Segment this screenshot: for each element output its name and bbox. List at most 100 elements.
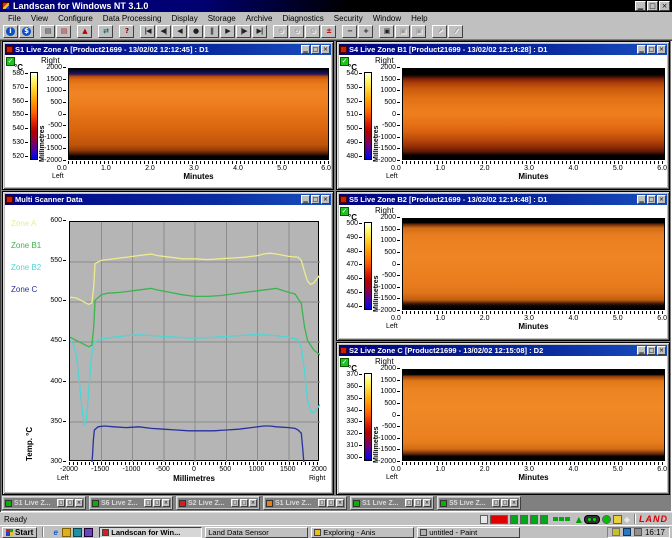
menu-window[interactable]: Window [368, 14, 406, 23]
network-tray-icon[interactable] [622, 528, 631, 536]
maximize-button[interactable]: □ [240, 499, 248, 507]
desktop-icon[interactable] [73, 527, 83, 537]
task-land-data-sensor[interactable]: Land Data Sensor [205, 526, 309, 538]
close-button[interactable]: × [657, 195, 666, 204]
menu-view[interactable]: View [26, 14, 53, 23]
thermal-image[interactable] [402, 218, 665, 310]
menu-file[interactable]: File [3, 14, 26, 23]
transfer-button[interactable]: ⇄ [98, 25, 113, 38]
restore-button[interactable]: □ [647, 45, 656, 54]
menu-display[interactable]: Display [166, 14, 202, 23]
minimize-button[interactable]: ▁ [637, 195, 646, 204]
maximize-button[interactable]: □ [153, 499, 161, 507]
restore-button[interactable]: □ [311, 195, 320, 204]
info-button[interactable]: i [3, 25, 18, 38]
goto-end-button[interactable]: ▶| [252, 25, 267, 38]
restore-button[interactable]: □ [231, 499, 239, 507]
restore-button[interactable]: □ [647, 346, 656, 355]
restore-button[interactable]: □ [57, 499, 65, 507]
print-button[interactable]: ▤ [40, 25, 55, 38]
record-button[interactable]: ● [188, 25, 203, 38]
minimized-window-title: S1 Live Z... [14, 499, 51, 507]
print-report-button[interactable]: ▤ [56, 25, 71, 38]
x-axis-label: Minutes [518, 473, 549, 482]
task-untitled-paint[interactable]: untitled - Paint [417, 526, 521, 538]
maximize-button[interactable]: □ [501, 499, 509, 507]
restore-button[interactable]: □ [144, 499, 152, 507]
save-button[interactable]: ▣ [379, 25, 394, 38]
close-button[interactable]: × [657, 45, 666, 54]
restore-button[interactable]: □ [318, 499, 326, 507]
close-button[interactable]: × [321, 195, 330, 204]
minimized-window-s1-live-z-[interactable]: S1 Live Z... □ □ × [263, 496, 347, 510]
maximize-button[interactable]: □ [66, 499, 74, 507]
restore-button[interactable]: □ [492, 499, 500, 507]
tick-label: -2000 [378, 157, 400, 164]
task-exploring-anis[interactable]: Exploring - Anis [311, 526, 415, 538]
menu-diagnostics[interactable]: Diagnostics [277, 14, 328, 23]
menu-archive[interactable]: Archive [241, 14, 278, 23]
minimized-window-s1-live-z-[interactable]: S1 Live Z... □ □ × [2, 496, 86, 510]
volume-tray-icon[interactable] [633, 528, 642, 536]
menu-data-processing[interactable]: Data Processing [98, 14, 167, 23]
minimized-window-s1-live-z-[interactable]: S1 Live Z... □ □ × [350, 496, 434, 510]
start-button[interactable]: Start [2, 526, 38, 538]
close-button[interactable]: × [510, 499, 518, 507]
minimize-button[interactable]: ▁ [301, 45, 310, 54]
scanner-s4-titlebar[interactable]: S4 Live Zone B1 [Product21699 - 13/02/02… [339, 44, 667, 55]
scanner-s2-titlebar[interactable]: S2 Live Zone C [Product21699 - 13/02/02 … [339, 345, 667, 356]
alarm-button[interactable]: ▲ [77, 25, 92, 38]
decrease-button[interactable]: − [342, 25, 357, 38]
multi-scanner-titlebar[interactable]: Multi Scanner Data ▁ □ × [5, 194, 331, 205]
scale-adjust-button[interactable]: ± [321, 25, 336, 38]
restore-button[interactable]: □ [311, 45, 320, 54]
menu-configure[interactable]: Configure [53, 14, 98, 23]
scheduler-tray-icon[interactable] [611, 528, 620, 536]
close-button[interactable]: × [249, 499, 257, 507]
app-titlebar[interactable]: Landscan for Windows NT 3.1.0 ▁ □ × [0, 0, 672, 12]
menu-storage[interactable]: Storage [203, 14, 241, 23]
thermal-image[interactable] [402, 68, 665, 160]
maximize-button[interactable]: □ [414, 499, 422, 507]
restore-button[interactable]: □ [647, 195, 656, 204]
pause-button[interactable]: || [204, 25, 219, 38]
multi-chart[interactable] [70, 222, 320, 462]
maximize-button[interactable]: □ [647, 1, 658, 11]
menu-security[interactable]: Security [329, 14, 368, 23]
currency-button[interactable]: $ [19, 25, 34, 38]
play-back-button[interactable]: ◀ [172, 25, 187, 38]
minimize-button[interactable]: ▁ [637, 346, 646, 355]
scanner-s1-titlebar[interactable]: S1 Live Zone A [Product21699 - 13/02/02 … [5, 44, 331, 55]
thermal-image[interactable] [402, 369, 665, 461]
minimize-button[interactable]: ▁ [301, 195, 310, 204]
step-forward-button[interactable]: |▶ [236, 25, 251, 38]
task-landscan-for-win-[interactable]: Landscan for Win... [99, 526, 203, 538]
channels-icon[interactable] [84, 527, 94, 537]
scanner-s5-titlebar[interactable]: S5 Live Zone B2 [Product21699 - 13/02/02… [339, 194, 667, 205]
close-button[interactable]: × [162, 499, 170, 507]
close-button[interactable]: × [659, 1, 670, 11]
goto-start-button[interactable]: |◀ [140, 25, 155, 38]
tick-label: 3.0 [524, 466, 534, 473]
menu-help[interactable]: Help [406, 14, 432, 23]
close-button[interactable]: × [321, 45, 330, 54]
minimized-window-s2-live-z-[interactable]: S2 Live Z... □ □ × [176, 496, 260, 510]
internet-explorer-icon[interactable]: e [51, 528, 60, 537]
restore-button[interactable]: □ [405, 499, 413, 507]
minimized-window-s5-live-z-[interactable]: S5 Live Z... □ □ × [437, 496, 521, 510]
close-button[interactable]: × [657, 346, 666, 355]
minimize-button[interactable]: ▁ [637, 45, 646, 54]
close-button[interactable]: × [75, 499, 83, 507]
maximize-button[interactable]: □ [327, 499, 335, 507]
play-button[interactable]: ▶ [220, 25, 235, 38]
mail-icon[interactable] [62, 527, 72, 537]
close-button[interactable]: × [336, 499, 344, 507]
increase-button[interactable]: + [358, 25, 373, 38]
chart-plot-area[interactable] [69, 221, 320, 462]
minimize-button[interactable]: ▁ [635, 1, 646, 11]
minimized-window-s6-live-z-[interactable]: S6 Live Z... □ □ × [89, 496, 173, 510]
close-button[interactable]: × [423, 499, 431, 507]
thermal-image[interactable] [68, 68, 329, 160]
step-back-button[interactable]: ◀| [156, 25, 171, 38]
help-button[interactable]: ? [119, 25, 134, 38]
